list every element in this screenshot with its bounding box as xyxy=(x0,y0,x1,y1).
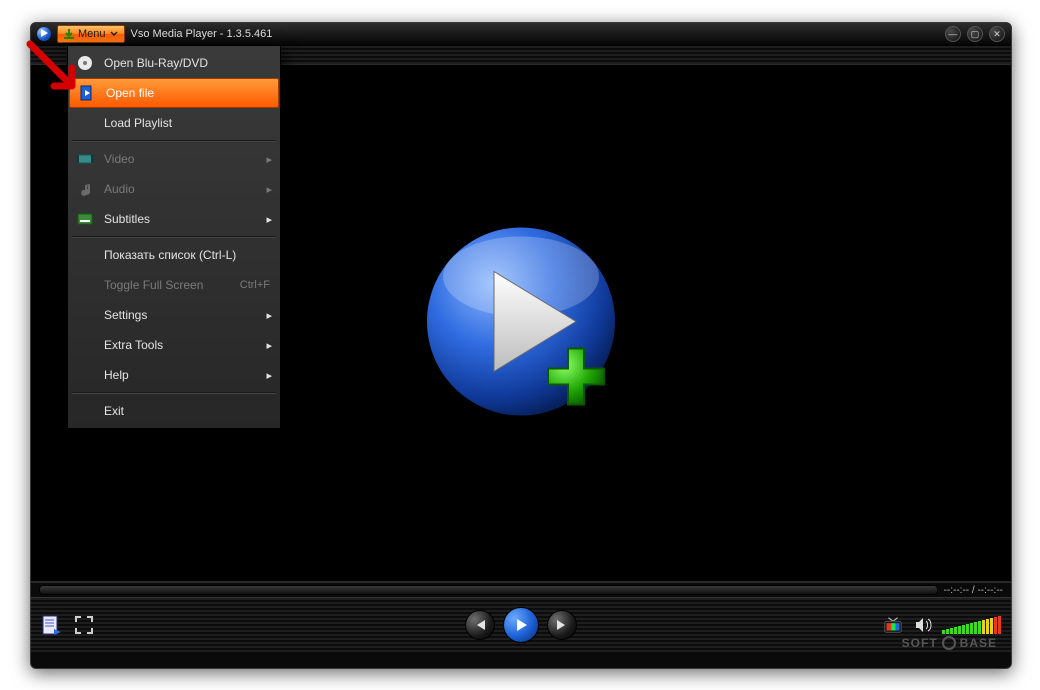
menu-item-settings[interactable]: Settings xyxy=(68,300,280,330)
disc-icon xyxy=(76,54,94,72)
volume-bar xyxy=(946,629,949,634)
blank xyxy=(76,402,94,420)
next-button[interactable] xyxy=(547,610,577,640)
minimize-button[interactable]: — xyxy=(945,26,961,42)
big-play-button[interactable] xyxy=(416,217,626,430)
menu-item-subtitles[interactable]: Subtitles xyxy=(68,204,280,234)
seek-bar[interactable] xyxy=(39,585,938,595)
menu-item-audio: Audio xyxy=(68,174,280,204)
volume-bar xyxy=(974,622,977,634)
watermark-ring-icon xyxy=(942,636,956,650)
volume-bar xyxy=(950,628,953,634)
menu-item-label: Audio xyxy=(104,182,135,196)
app-icon xyxy=(37,27,51,41)
bottom-controls: SOFT BASE xyxy=(31,597,1011,652)
menu-item-exit[interactable]: Exit xyxy=(68,396,280,426)
app-window: Menu Vso Media Player - 1.3.5.461 — ▢ ✕ xyxy=(30,22,1012,669)
volume-bar xyxy=(986,619,989,634)
fullscreen-button[interactable] xyxy=(73,614,95,636)
menu-separator xyxy=(72,140,276,142)
menu-item-accel: Ctrl+F xyxy=(240,279,270,291)
play-button[interactable] xyxy=(503,607,539,643)
menu-button-label: Menu xyxy=(78,28,106,40)
menu-item-label: Video xyxy=(104,152,134,166)
prev-button[interactable] xyxy=(465,610,495,640)
volume-bar xyxy=(982,620,985,634)
volume-bar xyxy=(966,624,969,634)
menu-item-label: Open file xyxy=(106,86,154,100)
right-controls xyxy=(882,614,1001,636)
menu-item-video: Video xyxy=(68,144,280,174)
menu-item-label: Toggle Full Screen xyxy=(104,278,203,292)
menu-item-open-file[interactable]: Open file xyxy=(69,78,279,108)
menu-item-label: Load Playlist xyxy=(104,116,172,130)
menu-item-help[interactable]: Help xyxy=(68,360,280,390)
menu-item-toggle-full-screen: Toggle Full Screen Ctrl+F xyxy=(68,270,280,300)
blank xyxy=(76,336,94,354)
blank xyxy=(76,276,94,294)
menu-item-ctrl-l[interactable]: Показать список (Ctrl-L) xyxy=(68,240,280,270)
menu-item-load-playlist[interactable]: Load Playlist xyxy=(68,108,280,138)
volume-bar xyxy=(954,627,957,634)
subtitle-icon xyxy=(76,210,94,228)
download-icon xyxy=(64,29,74,39)
volume-bar xyxy=(942,630,945,634)
close-button[interactable]: ✕ xyxy=(989,26,1005,42)
tv-button[interactable] xyxy=(882,614,904,636)
progress-row: --:--:-- / --:--:-- xyxy=(31,582,1011,597)
menu-item-label: Exit xyxy=(104,404,124,418)
menu-separator xyxy=(72,236,276,238)
playlist-button[interactable] xyxy=(41,614,63,636)
blank xyxy=(76,366,94,384)
menu-button[interactable]: Menu xyxy=(57,25,125,43)
volume-bar xyxy=(990,618,993,634)
volume-icon[interactable] xyxy=(912,614,934,636)
volume-bar xyxy=(958,626,961,634)
blank xyxy=(76,246,94,264)
volume-bar xyxy=(994,617,997,634)
menu-separator xyxy=(72,392,276,394)
volume-bar xyxy=(978,621,981,634)
file-play-icon xyxy=(78,84,96,102)
video-icon xyxy=(76,150,94,168)
window-title: Vso Media Player - 1.3.5.461 xyxy=(131,28,273,40)
volume-bar xyxy=(970,623,973,634)
time-display: --:--:-- / --:--:-- xyxy=(944,585,1003,596)
maximize-button[interactable]: ▢ xyxy=(967,26,983,42)
menu-item-extra-tools[interactable]: Extra Tools xyxy=(68,330,280,360)
watermark: SOFT BASE xyxy=(902,636,997,650)
menu-item-open-blu-ray-dvd[interactable]: Open Blu-Ray/DVD xyxy=(68,48,280,78)
menu-item-label: Extra Tools xyxy=(104,338,163,352)
chevron-down-icon xyxy=(110,30,118,38)
menu-item-label: Settings xyxy=(104,308,147,322)
watermark-right: BASE xyxy=(960,636,997,650)
menu-item-label: Help xyxy=(104,368,129,382)
menu-item-label: Open Blu-Ray/DVD xyxy=(104,56,208,70)
watermark-left: SOFT xyxy=(902,636,938,650)
volume-bar xyxy=(998,616,1001,634)
volume-meter[interactable] xyxy=(942,616,1001,634)
menu-item-label: Показать список (Ctrl-L) xyxy=(104,248,236,262)
audio-icon xyxy=(76,180,94,198)
titlebar: Menu Vso Media Player - 1.3.5.461 — ▢ ✕ xyxy=(31,23,1011,46)
transport-controls xyxy=(465,607,577,643)
blank xyxy=(76,114,94,132)
volume-bar xyxy=(962,625,965,634)
blank xyxy=(76,306,94,324)
menu-item-label: Subtitles xyxy=(104,212,150,226)
main-menu-dropdown: Open Blu-Ray/DVD Open file Load Playlist Vi… xyxy=(67,45,281,429)
